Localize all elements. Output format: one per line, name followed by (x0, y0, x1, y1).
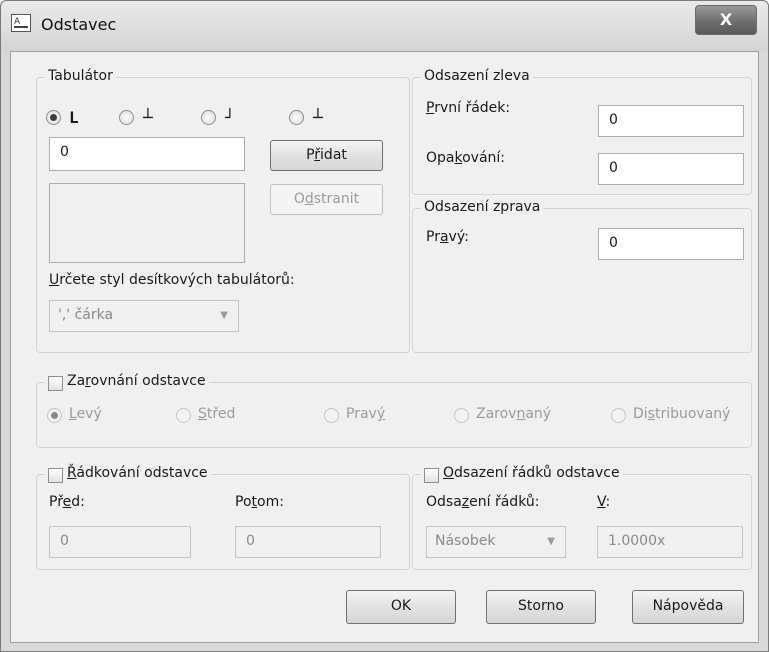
align-right-radio[interactable] (324, 408, 339, 423)
tab-right-glyph: ┘ (225, 108, 235, 127)
align-justify-label: Zarovnaný (476, 406, 552, 422)
align-left-label: Levý (69, 406, 102, 422)
tabulator-group-label: Tabulátor (45, 68, 116, 84)
align-justify-radio[interactable] (454, 408, 469, 423)
align-center-label: Střed (198, 406, 236, 422)
tab-decimal-radio[interactable] (289, 110, 304, 125)
line-offset-type-label: Odsazení řádků: (426, 494, 540, 510)
left-indent-group-label: Odsazení zleva (421, 68, 533, 84)
align-right-label: Pravý (346, 406, 386, 422)
tab-right-radio[interactable] (201, 110, 216, 125)
tab-center-glyph: ┴ (143, 108, 153, 127)
tab-center-radio[interactable] (119, 110, 134, 125)
tab-left-radio[interactable] (46, 110, 61, 125)
svg-text:A: A (14, 17, 21, 27)
after-label: Potom: (235, 494, 284, 510)
close-button[interactable]: X (695, 5, 757, 35)
line-offset-value-label: V: (597, 494, 611, 510)
hanging-input[interactable]: 0 (598, 153, 744, 185)
remove-tab-button[interactable]: Odstranit (270, 184, 383, 215)
dialog-window: A Odstavec X Tabulátor L ┴ ┘ ┴ 0 Přidat … (0, 0, 769, 652)
paragraph-icon: A (11, 14, 31, 32)
chevron-down-icon: ▼ (547, 536, 555, 547)
align-distributed-label: Distribuovaný (633, 406, 731, 422)
line-offset-value-input[interactable]: 1.0000x (597, 526, 743, 558)
tab-left-glyph: L (69, 108, 79, 127)
before-label: Před: (49, 494, 85, 510)
decimal-style-select[interactable]: ',' čárka ▼ (49, 300, 239, 332)
alignment-checkbox[interactable] (48, 376, 63, 391)
dialog-client-area: Tabulátor L ┴ ┘ ┴ 0 Přidat Odstranit Urč… (10, 51, 759, 643)
chevron-down-icon: ▼ (220, 310, 228, 321)
right-indent-input[interactable]: 0 (598, 228, 744, 260)
line-offset-group-label: Odsazení řádků odstavce (421, 465, 623, 481)
tab-decimal-glyph: ┴ (313, 108, 323, 127)
align-distributed-radio[interactable] (611, 408, 626, 423)
first-line-label: První řádek: (426, 100, 511, 116)
window-title: Odstavec (41, 15, 117, 34)
right-indent-label: Pravý: (426, 229, 469, 245)
ok-button[interactable]: OK (346, 590, 456, 624)
line-offset-type-select[interactable]: Násobek ▼ (426, 526, 566, 558)
alignment-group-label: Zarovnání odstavce (45, 373, 209, 389)
after-input[interactable]: 0 (235, 526, 381, 558)
align-center-radio[interactable] (176, 408, 191, 423)
line-spacing-group-label: Řádkování odstavce (45, 465, 211, 481)
tab-list[interactable] (49, 183, 245, 263)
tab-position-input[interactable]: 0 (49, 137, 245, 171)
right-indent-group-label: Odsazení zprava (421, 199, 544, 215)
align-left-radio[interactable] (47, 408, 62, 423)
help-button[interactable]: Nápověda (632, 590, 744, 624)
decimal-style-label: Určete styl desítkových tabulátorů: (49, 272, 295, 288)
close-icon: X (719, 10, 733, 29)
before-input[interactable]: 0 (49, 526, 191, 558)
title-bar[interactable]: A Odstavec X (1, 1, 768, 51)
first-line-input[interactable]: 0 (598, 105, 744, 137)
cancel-button[interactable]: Storno (486, 590, 596, 624)
line-spacing-checkbox[interactable] (48, 468, 63, 483)
line-offset-checkbox[interactable] (424, 468, 439, 483)
add-tab-button[interactable]: Přidat (270, 140, 383, 171)
hanging-label: Opakování: (426, 150, 506, 166)
